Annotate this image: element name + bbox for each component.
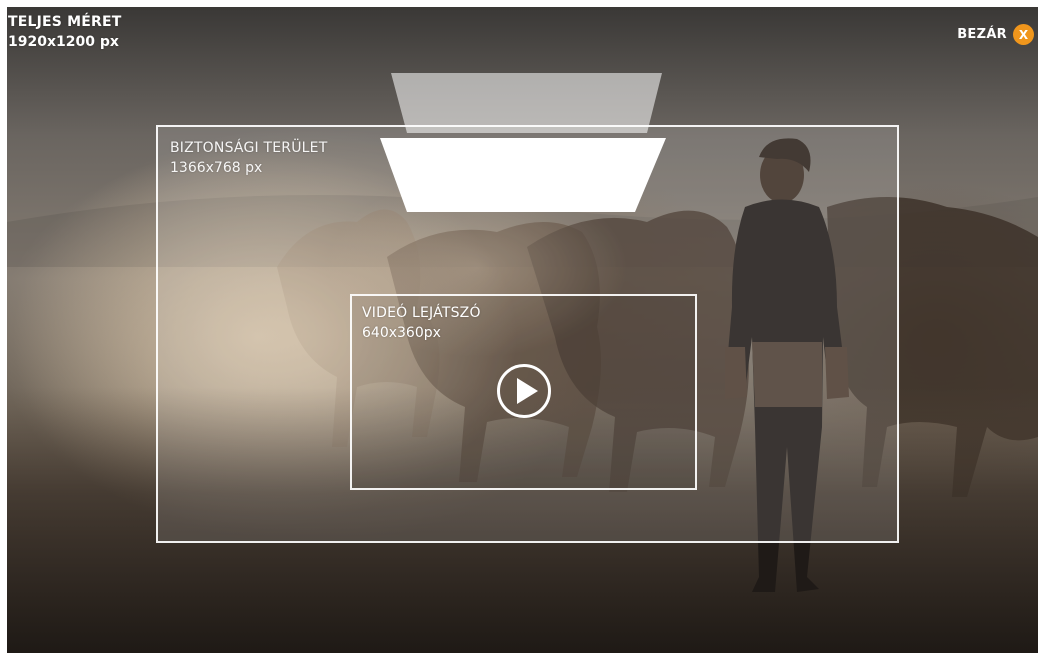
close-label: BEZÁR: [957, 27, 1007, 42]
play-button[interactable]: [496, 363, 552, 419]
video-player-label: VIDEÓ LEJÁTSZÓ 640x360px: [362, 303, 481, 343]
close-icon[interactable]: X: [1013, 24, 1034, 45]
safe-area-label: BIZTONSÁGI TERÜLET 1366x768 px: [170, 138, 327, 178]
close-icon-glyph: X: [1019, 28, 1029, 42]
play-icon: [497, 364, 551, 418]
close-button[interactable]: BEZÁR X: [957, 24, 1034, 45]
video-player-dimensions: 640x360px: [362, 325, 441, 341]
video-player-title: VIDEÓ LEJÁTSZÓ: [362, 305, 481, 321]
full-size-dimensions: 1920x1200 px: [8, 34, 119, 50]
full-size-label: TELJES MÉRET 1920x1200 px: [8, 12, 122, 52]
resolution-preview-stage: TELJES MÉRET 1920x1200 px BIZTONSÁGI TER…: [7, 7, 1038, 653]
safe-area-title: BIZTONSÁGI TERÜLET: [170, 140, 328, 156]
safe-area-dimensions: 1366x768 px: [170, 160, 263, 176]
full-size-title: TELJES MÉRET: [8, 14, 122, 30]
